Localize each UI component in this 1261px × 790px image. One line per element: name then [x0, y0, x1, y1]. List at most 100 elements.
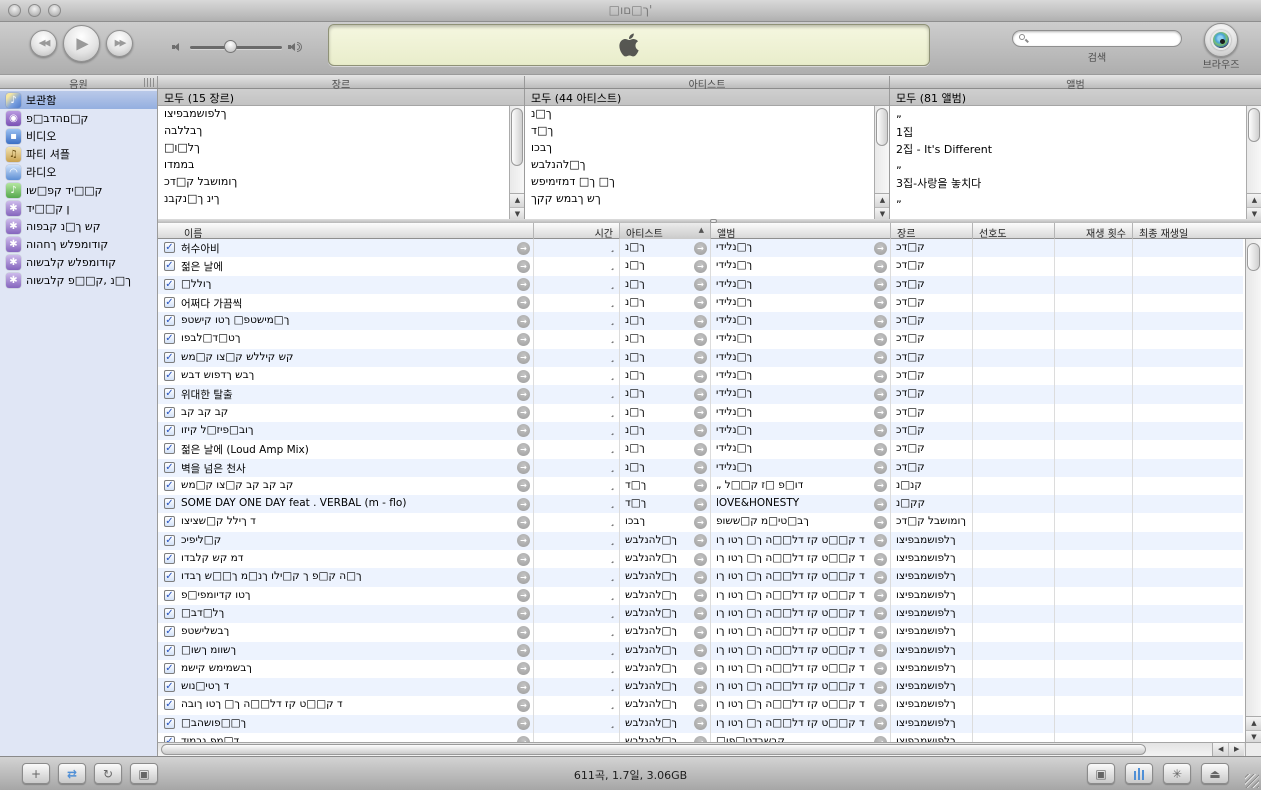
track-checkbox[interactable]: ✓: [164, 315, 175, 326]
track-link-icon[interactable]: →: [517, 681, 530, 694]
sidebar-item[interactable]: ♪ 보관함: [0, 91, 157, 109]
pane-resize-grip[interactable]: [144, 78, 154, 87]
artist-link-icon[interactable]: →: [694, 461, 707, 474]
album-pane-header[interactable]: 앨범: [890, 76, 1261, 88]
genre-item[interactable]: □ו□לך: [158, 140, 524, 157]
album-link-icon[interactable]: →: [874, 644, 887, 657]
artist-link-icon[interactable]: →: [694, 443, 707, 456]
scroll-up-icon[interactable]: ▲: [875, 194, 890, 207]
horizontal-scroll-thumb[interactable]: [161, 744, 1146, 755]
track-link-icon[interactable]: →: [517, 424, 530, 437]
track-link-icon[interactable]: →: [517, 296, 530, 309]
table-row[interactable]: ✓ודבלק שק מד → ¸ שבלנהל□ך → וך וטך □ך ה□…: [158, 550, 1243, 568]
table-row[interactable]: ✓פטשיק וטך □פטשימ□ך → ¸ נ□ך → ידילנ□ך → …: [158, 312, 1243, 330]
table-row[interactable]: ✓어쩌다 가끔씩 → ¸ נ□ך → ידילנ□ך → כד□ק: [158, 294, 1243, 312]
scroll-left-icon[interactable]: ◀: [1213, 743, 1228, 756]
artist-item[interactable]: ךקק שמבך שך: [525, 191, 889, 208]
album-link-icon[interactable]: →: [874, 424, 887, 437]
sidebar-item[interactable]: ✱ הושבלק פ□□ק, נ□ך: [0, 271, 157, 289]
table-row[interactable]: ✓פטשילשבך → ¸ שבלנהל□ך → וך וטך □ך ה□□לד…: [158, 623, 1243, 641]
table-row[interactable]: ✓דימבג פמ□ד → ¸ שבלנהל□ך → □ופ□טדבשבק → …: [158, 733, 1243, 742]
artist-link-icon[interactable]: →: [694, 607, 707, 620]
track-link-icon[interactable]: →: [517, 662, 530, 675]
scroll-up-icon[interactable]: ▲: [1246, 717, 1261, 730]
track-checkbox[interactable]: ✓: [164, 571, 175, 582]
table-row[interactable]: ✓□בד□לך → ¸ שבלנהל□ך → וך וטך □ך ה□□לד ז…: [158, 605, 1243, 623]
track-checkbox[interactable]: ✓: [164, 407, 175, 418]
scroll-thumb[interactable]: [511, 108, 523, 166]
artist-link-icon[interactable]: →: [694, 388, 707, 401]
track-checkbox[interactable]: ✓: [164, 535, 175, 546]
scroll-down-icon[interactable]: ▼: [875, 207, 890, 219]
track-link-icon[interactable]: →: [517, 534, 530, 547]
next-track-button[interactable]: ▶▶: [106, 30, 133, 57]
album-link-icon[interactable]: →: [874, 717, 887, 730]
table-row[interactable]: ✓허수아비 → ¸ נ□ך → ידילנ□ך → כד□ק: [158, 239, 1243, 257]
table-row[interactable]: ✓벽을 넘은 천사 → ¸ נ□ך → ידילנ□ך → כד□ק: [158, 459, 1243, 477]
track-link-icon[interactable]: →: [517, 333, 530, 346]
artist-link-icon[interactable]: →: [694, 242, 707, 255]
track-checkbox[interactable]: ✓: [164, 663, 175, 674]
artist-item[interactable]: ד□ך: [525, 123, 889, 140]
vertical-scroll-thumb[interactable]: [1247, 243, 1260, 271]
miniplayer-button[interactable]: ▣: [1087, 763, 1115, 784]
visualizer-button[interactable]: ✳: [1163, 763, 1191, 784]
artist-link-icon[interactable]: →: [694, 644, 707, 657]
artist-link-icon[interactable]: →: [694, 589, 707, 602]
track-checkbox[interactable]: ✓: [164, 242, 175, 253]
track-link-icon[interactable]: →: [517, 315, 530, 328]
table-row[interactable]: ✓□בהשופ□□ך → ¸ שבלנהל□ך → וך וטך □ך ה□□ל…: [158, 715, 1243, 733]
browse-button[interactable]: [1204, 23, 1238, 57]
artist-link-icon[interactable]: →: [694, 699, 707, 712]
table-row[interactable]: ✓משיק שמימשבך → ¸ שבלנהל□ך → וך וטך □ך ה…: [158, 660, 1243, 678]
track-checkbox[interactable]: ✓: [164, 443, 175, 454]
track-link-icon[interactable]: →: [517, 553, 530, 566]
artist-pane-header[interactable]: 아티스트: [525, 76, 890, 88]
horizontal-scrollbar[interactable]: ◀▶: [158, 742, 1261, 756]
column-header-artist[interactable]: ▲아티스트: [620, 223, 711, 239]
track-link-icon[interactable]: →: [517, 260, 530, 273]
table-row[interactable]: ✓הבוך וטך □ך ה□□לד זק ט□□ק ד → ¸ שבלנהל□…: [158, 696, 1243, 714]
artist-link-icon[interactable]: →: [694, 498, 707, 511]
window-resize-grip[interactable]: [1245, 774, 1259, 788]
table-row[interactable]: ✓שונ□יטך ד → ¸ שבלנהל□ך → וך וטך □ך ה□□ל…: [158, 678, 1243, 696]
column-header-time[interactable]: 시간: [534, 223, 620, 239]
album-link-icon[interactable]: →: [874, 589, 887, 602]
album-all-row[interactable]: 모두 (81 앨범): [890, 89, 1261, 106]
album-item[interactable]: „: [890, 106, 1261, 123]
genre-item[interactable]: וציפבמשופלך: [158, 106, 524, 123]
track-checkbox[interactable]: ✓: [164, 352, 175, 363]
sidebar-item[interactable]: ◉ פ□בדהם□ק: [0, 109, 157, 127]
album-link-icon[interactable]: →: [874, 534, 887, 547]
sidebar-item[interactable]: ✱ הופבק נ□ך שק: [0, 217, 157, 235]
genre-item[interactable]: נבקנ□ך ניך: [158, 191, 524, 208]
album-link-icon[interactable]: →: [874, 553, 887, 566]
album-link-icon[interactable]: →: [874, 296, 887, 309]
vertical-scrollbar[interactable]: ▲▼: [1245, 239, 1261, 742]
table-row[interactable]: ✓כיפיל□ק → ¸ שבלנהל□ך → וך וטך □ך ה□□לד …: [158, 532, 1243, 550]
album-link-icon[interactable]: →: [874, 571, 887, 584]
search-input[interactable]: [1012, 30, 1182, 47]
genre-item[interactable]: כד□ק לבשומוך: [158, 174, 524, 191]
table-row[interactable]: ✓ופבל□ד□טך → ¸ נ□ך → ידילנ□ך → כד□ק: [158, 330, 1243, 348]
track-link-icon[interactable]: →: [517, 479, 530, 492]
sidebar-item[interactable]: ✱ הושבלק שלפמודוק: [0, 253, 157, 271]
track-link-icon[interactable]: →: [517, 699, 530, 712]
track-checkbox[interactable]: ✓: [164, 516, 175, 527]
album-link-icon[interactable]: →: [874, 681, 887, 694]
track-link-icon[interactable]: →: [517, 607, 530, 620]
album-link-icon[interactable]: →: [874, 351, 887, 364]
album-link-icon[interactable]: →: [874, 479, 887, 492]
table-row[interactable]: ✓שבד שופדך שבך → ¸ נ□ך → ידילנ□ך → כד□ק: [158, 367, 1243, 385]
artist-link-icon[interactable]: →: [694, 260, 707, 273]
column-header-album[interactable]: 앨범: [711, 223, 891, 239]
artist-link-icon[interactable]: →: [694, 278, 707, 291]
genre-item[interactable]: ודממב: [158, 157, 524, 174]
track-checkbox[interactable]: ✓: [164, 279, 175, 290]
album-link-icon[interactable]: →: [874, 516, 887, 529]
genre-scrollbar[interactable]: ▲▼: [509, 106, 524, 219]
album-link-icon[interactable]: →: [874, 626, 887, 639]
artist-item[interactable]: וכבך: [525, 140, 889, 157]
column-header-playcount[interactable]: 재생 횟수: [1055, 223, 1133, 239]
sidebar-item[interactable]: ◠ 라디오: [0, 163, 157, 181]
